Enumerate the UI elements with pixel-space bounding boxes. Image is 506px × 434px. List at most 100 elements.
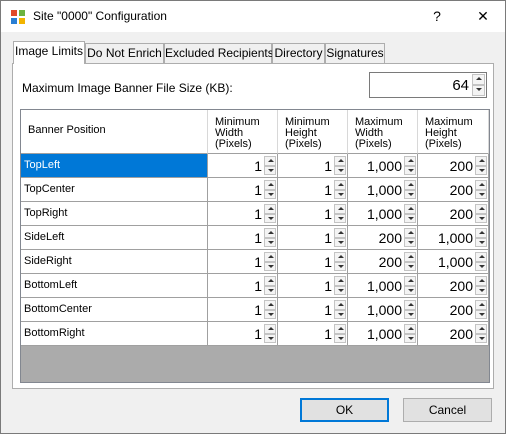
grid-cell[interactable]: 200 [418, 202, 489, 226]
grid-cell[interactable]: 200 [418, 274, 489, 298]
cell-value[interactable]: 1 [254, 202, 262, 225]
cell-value[interactable]: 1,000 [367, 298, 402, 321]
cell-value[interactable]: 1 [324, 202, 332, 225]
row-header-bottomcenter[interactable]: BottomCenter [21, 298, 208, 322]
value-spinner[interactable]: 1,000 [348, 178, 417, 201]
spin-down-icon[interactable] [264, 189, 276, 199]
spin-up-icon[interactable] [264, 228, 276, 238]
spin-down-icon[interactable] [264, 285, 276, 295]
value-spinner[interactable]: 1,000 [348, 274, 417, 297]
spin-down-icon[interactable] [334, 237, 346, 247]
grid-cell[interactable]: 1,000 [348, 154, 418, 178]
spin-down-icon[interactable] [264, 309, 276, 319]
column-header[interactable]: Maximum Width (Pixels) [348, 110, 418, 154]
value-spinner[interactable]: 1 [208, 154, 277, 177]
grid-cell[interactable]: 1 [278, 154, 348, 178]
grid-cell[interactable]: 1,000 [418, 250, 489, 274]
cell-value[interactable]: 1 [254, 250, 262, 273]
spin-down-icon[interactable] [475, 165, 487, 175]
spin-up-icon[interactable] [475, 324, 487, 334]
column-header[interactable]: Minimum Height (Pixels) [278, 110, 348, 154]
grid-cell[interactable]: 200 [348, 250, 418, 274]
value-spinner[interactable]: 1 [278, 250, 347, 273]
spin-up-icon[interactable] [334, 300, 346, 310]
spin-up-icon[interactable] [475, 276, 487, 286]
grid-cell[interactable]: 1 [208, 226, 278, 250]
spin-down-icon[interactable] [264, 165, 276, 175]
spin-down-icon[interactable] [334, 285, 346, 295]
spin-up-icon[interactable] [264, 324, 276, 334]
value-spinner[interactable]: 200 [418, 322, 488, 345]
spin-down-icon[interactable] [475, 237, 487, 247]
tab-signatures[interactable]: Signatures [325, 43, 385, 63]
cell-value[interactable]: 1 [254, 226, 262, 249]
cell-value[interactable]: 1,000 [367, 322, 402, 345]
value-spinner[interactable]: 1 [278, 226, 347, 249]
spin-down-icon[interactable] [404, 285, 416, 295]
value-spinner[interactable]: 200 [418, 154, 488, 177]
value-spinner[interactable]: 200 [418, 202, 488, 225]
value-spinner[interactable]: 1 [208, 250, 277, 273]
spin-up-icon[interactable] [264, 300, 276, 310]
tab-do-not-enrich[interactable]: Do Not Enrich [85, 43, 164, 63]
spin-up-icon[interactable] [404, 204, 416, 214]
value-spinner[interactable]: 200 [348, 226, 417, 249]
cell-value[interactable]: 1 [254, 178, 262, 201]
spin-down-icon[interactable] [334, 309, 346, 319]
spin-up-icon[interactable] [264, 156, 276, 166]
value-spinner[interactable]: 1 [278, 298, 347, 321]
max-banner-size-value[interactable]: 64 [452, 73, 469, 97]
cell-value[interactable]: 1 [324, 178, 332, 201]
value-spinner[interactable]: 1,000 [418, 250, 488, 273]
value-spinner[interactable]: 1 [278, 154, 347, 177]
grid-cell[interactable]: 1 [208, 178, 278, 202]
spin-up-icon[interactable] [475, 204, 487, 214]
spin-up-icon[interactable] [334, 204, 346, 214]
value-spinner[interactable]: 1 [208, 322, 277, 345]
grid-cell[interactable]: 1 [208, 298, 278, 322]
spin-down-icon[interactable] [475, 213, 487, 223]
value-spinner[interactable]: 1,000 [348, 154, 417, 177]
grid-cell[interactable]: 200 [418, 298, 489, 322]
spin-down-icon[interactable] [404, 237, 416, 247]
cell-value[interactable]: 1 [254, 322, 262, 345]
spin-down-icon[interactable] [264, 213, 276, 223]
cell-value[interactable]: 1 [254, 298, 262, 321]
max-banner-size-spinner[interactable]: 64 [369, 72, 487, 98]
cell-value[interactable]: 1,000 [438, 250, 473, 273]
tab-excluded-recipients[interactable]: Excluded Recipients [164, 43, 274, 63]
cell-value[interactable]: 1 [324, 298, 332, 321]
value-spinner[interactable]: 1,000 [348, 298, 417, 321]
cell-value[interactable]: 1,000 [367, 202, 402, 225]
value-spinner[interactable]: 1,000 [348, 322, 417, 345]
cell-value[interactable]: 1 [254, 274, 262, 297]
grid-cell[interactable]: 1 [208, 202, 278, 226]
spin-up-icon[interactable] [404, 156, 416, 166]
grid-cell[interactable]: 200 [418, 154, 489, 178]
grid-cell[interactable]: 1,000 [348, 274, 418, 298]
spin-down-icon[interactable] [475, 189, 487, 199]
value-spinner[interactable]: 200 [348, 250, 417, 273]
spin-down-icon[interactable] [334, 165, 346, 175]
grid-cell[interactable]: 1,000 [348, 322, 418, 346]
spin-down-icon[interactable] [334, 189, 346, 199]
cell-value[interactable]: 1 [254, 154, 262, 177]
value-spinner[interactable]: 1 [208, 178, 277, 201]
cell-value[interactable]: 200 [379, 226, 402, 249]
cell-value[interactable]: 200 [450, 154, 473, 177]
grid-cell[interactable]: 1,000 [348, 202, 418, 226]
cell-value[interactable]: 1 [324, 322, 332, 345]
spin-down-icon[interactable] [475, 333, 487, 343]
grid-cell[interactable]: 1 [278, 274, 348, 298]
value-spinner[interactable]: 200 [418, 274, 488, 297]
spin-down-icon[interactable] [475, 285, 487, 295]
row-header-topright[interactable]: TopRight [21, 202, 208, 226]
ok-button[interactable]: OK [300, 398, 389, 422]
value-spinner[interactable]: 1,000 [418, 226, 488, 249]
cell-value[interactable]: 1 [324, 250, 332, 273]
spin-down-icon[interactable] [264, 261, 276, 271]
cancel-button[interactable]: Cancel [403, 398, 492, 422]
spin-up-icon[interactable] [334, 324, 346, 334]
row-header-sideleft[interactable]: SideLeft [21, 226, 208, 250]
cell-value[interactable]: 200 [450, 274, 473, 297]
